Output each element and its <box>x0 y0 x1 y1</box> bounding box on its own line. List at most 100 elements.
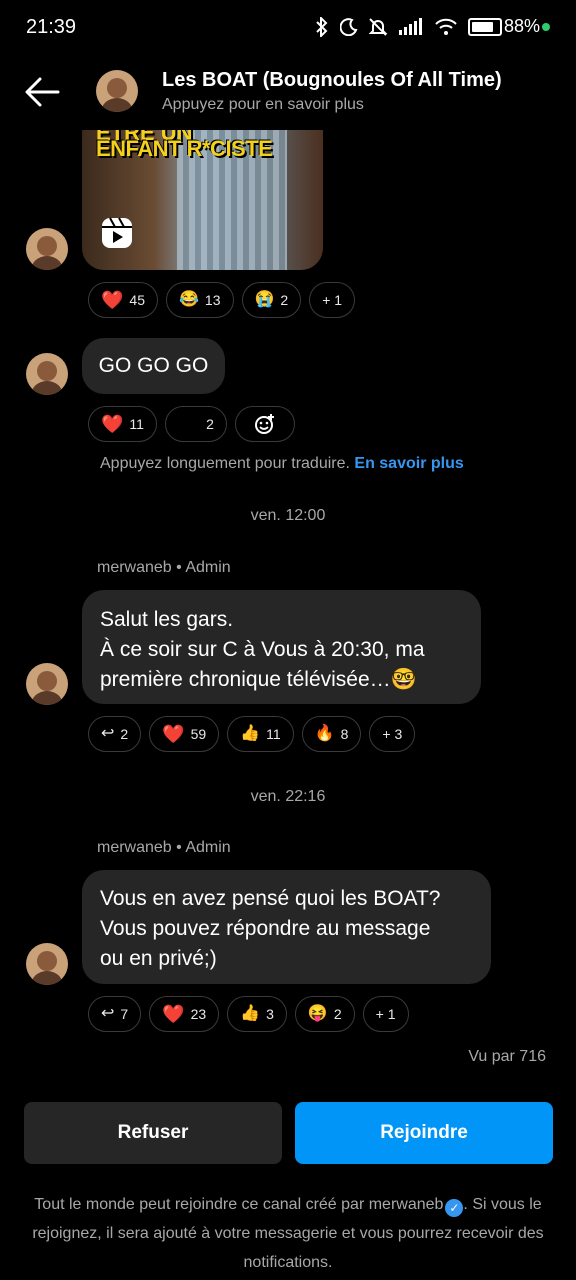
avatar-image <box>96 70 138 112</box>
reply-icon: ↩ <box>101 725 115 742</box>
heart-icon: ❤️ <box>162 1004 185 1024</box>
message-bubble[interactable]: Vous en avez pensé quoi les BOAT? Vous p… <box>82 870 491 984</box>
avatar-image <box>26 943 68 985</box>
hint-text: Appuyez longuement pour traduire. <box>100 455 350 472</box>
heart-icon: ❤️ <box>101 414 124 434</box>
tongue-face-icon: 😝 <box>307 1005 328 1022</box>
status-icons: 88% <box>314 16 550 37</box>
reaction-pill[interactable]: 😭 2 <box>241 282 302 318</box>
reaction-count: 2 <box>333 1006 342 1022</box>
avatar-image <box>26 663 68 705</box>
reaction-count: + 1 <box>375 1006 396 1022</box>
reaction-count: 11 <box>129 416 144 432</box>
reaction-pill[interactable]: ❤️ 45 <box>88 282 158 318</box>
message-line: À ce soir sur C à Vous à 20:30, ma <box>100 638 425 661</box>
reaction-count: 8 <box>340 726 349 742</box>
reactions-row: ↩ 7 ❤️ 23 👍 3 😝 2 + 1 <box>88 996 409 1032</box>
reaction-count: 2 <box>120 726 129 742</box>
reaction-count: 2 <box>280 292 289 308</box>
sender-avatar[interactable] <box>26 663 68 705</box>
add-emoji-icon <box>254 414 274 434</box>
sender-avatar[interactable] <box>26 943 68 985</box>
reactions-row: ❤️ 45 😂 13 😭 2 + 1 <box>88 282 356 318</box>
timestamp: ven. 12:00 <box>250 507 326 524</box>
group-avatar[interactable] <box>96 70 138 112</box>
message-line: Vous en avez pensé quoi les BOAT? <box>100 887 441 910</box>
battery-percent: 88% <box>503 16 540 36</box>
more-reactions-pill[interactable]: + 3 <box>369 716 416 752</box>
sender-name[interactable]: merwaneb • Admin <box>97 839 231 857</box>
reaction-count: 13 <box>204 292 221 308</box>
message-line: Vous pouvez répondre au message <box>100 917 431 940</box>
bluetooth-icon <box>316 16 328 37</box>
reaction-pill[interactable]: ❤️ 59 <box>149 716 220 752</box>
wifi-icon <box>435 18 457 35</box>
more-reactions-pill[interactable]: + 1 <box>309 282 356 318</box>
reaction-pill[interactable]: 2 <box>164 406 227 442</box>
channel-info-footer: Tout le monde peut rejoindre ce canal cr… <box>20 1190 556 1277</box>
reaction-pill[interactable]: 😂 13 <box>166 282 234 318</box>
reaction-count: 59 <box>190 726 207 742</box>
reply-count-pill[interactable]: ↩ 7 <box>88 996 142 1032</box>
reaction-count: 7 <box>120 1006 129 1022</box>
reel-icon <box>102 217 132 248</box>
crying-icon: 😭 <box>254 291 275 308</box>
reaction-count: 2 <box>206 416 214 432</box>
message-bubble[interactable]: GO GO GO <box>82 338 225 394</box>
heart-icon: ❤️ <box>162 724 185 744</box>
moon-icon <box>339 17 358 36</box>
privacy-dot <box>542 22 550 31</box>
thumbs-up-icon: 👍 <box>240 725 261 742</box>
battery-indicator: 88% <box>467 16 550 37</box>
heart-icon: ❤️ <box>101 290 124 310</box>
thumbs-up-icon: 👍 <box>240 1005 261 1022</box>
timestamp: ven. 22:16 <box>250 788 326 805</box>
signal-icon <box>398 17 422 35</box>
avatar-image <box>26 228 68 270</box>
message-line: ou en privé;) <box>100 947 217 970</box>
sender-avatar[interactable] <box>26 353 68 395</box>
reaction-pill[interactable]: ❤️ 23 <box>149 996 220 1032</box>
reaction-pill[interactable]: 😝 2 <box>294 996 355 1032</box>
avatar-image <box>26 353 68 395</box>
battery-icon <box>467 17 502 36</box>
reaction-count: + 3 <box>382 726 403 742</box>
reaction-pill[interactable]: 👍 3 <box>227 996 287 1032</box>
message-bubble[interactable]: Salut les gars. À ce soir sur C à Vous à… <box>82 590 481 704</box>
message-line: Salut les gars. <box>100 608 234 631</box>
add-reaction-button[interactable] <box>234 406 295 442</box>
chat-subtitle[interactable]: Appuyez pour en savoir plus <box>162 96 364 114</box>
laughing-icon: 😂 <box>179 291 199 308</box>
reaction-count: 3 <box>266 1006 274 1022</box>
reaction-count: 45 <box>129 292 145 308</box>
learn-more-link[interactable]: En savoir plus <box>354 455 463 472</box>
reaction-pill[interactable]: ❤️ 11 <box>88 406 157 442</box>
reaction-pill[interactable]: 🔥 8 <box>301 716 362 752</box>
back-arrow-icon[interactable] <box>22 74 62 110</box>
reply-icon: ↩ <box>101 1005 115 1022</box>
reaction-count: 23 <box>190 1006 207 1022</box>
reaction-count: 11 <box>266 726 281 742</box>
join-button[interactable]: Rejoindre <box>295 1102 553 1164</box>
status-time: 21:39 <box>26 16 77 38</box>
refuse-button[interactable]: Refuser <box>24 1102 282 1164</box>
reactions-row: ❤️ 11 2 <box>88 406 295 442</box>
more-reactions-pill[interactable]: + 1 <box>362 996 409 1032</box>
seen-by-count[interactable]: Vu par 716 <box>468 1048 546 1066</box>
message-line: première chronique télévisée…🤓 <box>100 668 417 691</box>
footer-text-before: Tout le monde peut rejoindre ce canal cr… <box>34 1196 444 1213</box>
translate-hint: Appuyez longuement pour traduire. En sav… <box>100 455 464 473</box>
reaction-count: + 1 <box>322 292 343 308</box>
media-overlay-text: ENFANT R*CISTE <box>96 136 273 161</box>
reaction-pill[interactable]: 👍 11 <box>227 716 294 752</box>
chat-title[interactable]: Les BOAT (Bougnoules Of All Time) <box>162 69 502 92</box>
verified-badge-icon: ✓ <box>445 1199 464 1217</box>
message-text: GO GO GO <box>98 354 209 377</box>
bell-muted-icon <box>368 17 388 36</box>
sender-avatar[interactable] <box>26 228 68 270</box>
reactions-row: ↩ 2 ❤️ 59 👍 11 🔥 8 + 3 <box>88 716 416 752</box>
reply-count-pill[interactable]: ↩ 2 <box>88 716 142 752</box>
sender-name[interactable]: merwaneb • Admin <box>97 559 231 577</box>
fire-icon: 🔥 <box>314 725 335 742</box>
reel-media[interactable]: ETRE UN ENFANT R*CISTE <box>82 130 323 270</box>
